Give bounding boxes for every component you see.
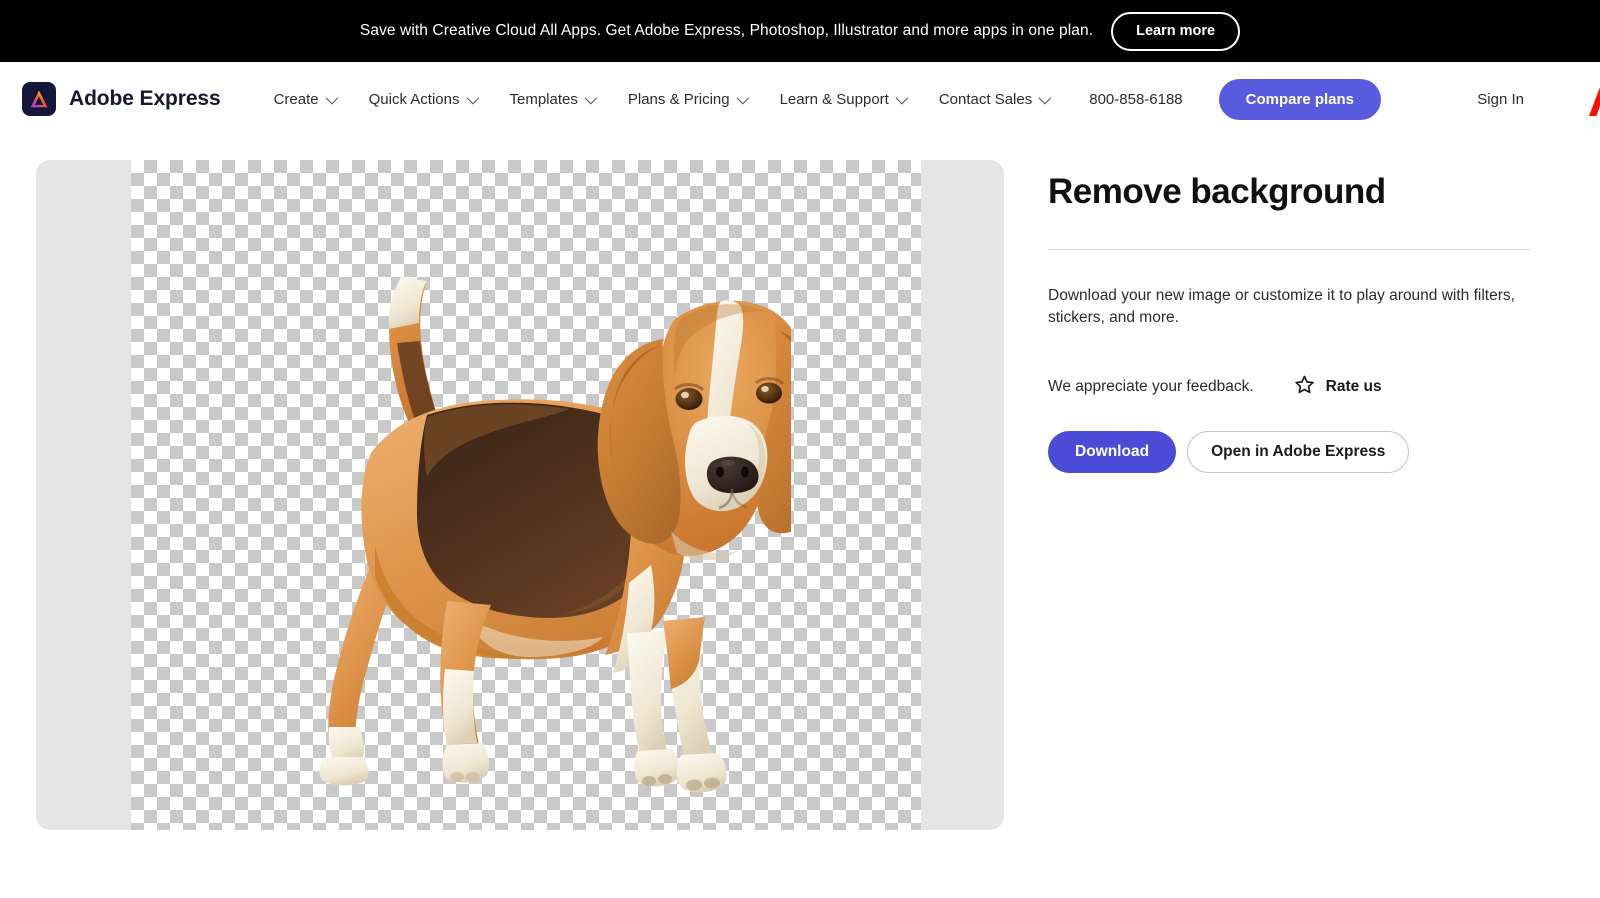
title-divider — [1048, 249, 1530, 251]
nav-item-plans-pricing[interactable]: Plans & Pricing — [611, 85, 763, 114]
star-outline-icon — [1294, 374, 1315, 400]
brand-home-link[interactable]: Adobe Express — [22, 82, 221, 116]
rate-us-button[interactable]: Rate us — [1294, 374, 1382, 400]
brand-name-label: Adobe Express — [69, 87, 221, 110]
feedback-row: We appreciate your feedback. Rate us — [1048, 374, 1530, 400]
chevron-down-icon — [736, 91, 749, 104]
panel-actions: Download Open in Adobe Express — [1048, 431, 1530, 474]
top-navigation-bar: Adobe Express Create Quick Actions Templ… — [0, 62, 1600, 136]
image-canvas-frame[interactable] — [36, 160, 1004, 830]
nav-right-group: Sign In — [1477, 78, 1600, 120]
promo-banner: Save with Creative Cloud All Apps. Get A… — [0, 0, 1600, 62]
chevron-down-icon — [584, 91, 598, 104]
chevron-down-icon — [325, 91, 338, 104]
nav-menu: Create Quick Actions Templates Plans & P… — [257, 85, 1066, 114]
page-title: Remove background — [1048, 172, 1386, 211]
download-button[interactable]: Download — [1048, 431, 1177, 474]
rate-us-label: Rate us — [1325, 378, 1382, 396]
nav-item-templates[interactable]: Templates — [493, 85, 611, 114]
chevron-down-icon — [466, 91, 479, 104]
chevron-down-icon — [1038, 91, 1052, 104]
nav-item-label: Templates — [509, 90, 578, 108]
panel-description: Download your new image or customize it … — [1048, 287, 1515, 327]
compare-plans-button[interactable]: Compare plans — [1218, 78, 1382, 120]
nav-item-label: Plans & Pricing — [627, 90, 730, 108]
nav-item-contact-sales[interactable]: Contact Sales — [922, 85, 1065, 114]
nav-item-label: Quick Actions — [368, 90, 460, 108]
sign-in-link[interactable]: Sign In — [1477, 91, 1524, 108]
image-canvas-section — [0, 160, 1022, 898]
feedback-label: We appreciate your feedback. — [1048, 378, 1254, 396]
nav-item-label: Create — [273, 90, 319, 108]
nav-item-label: Contact Sales — [938, 90, 1033, 108]
promo-banner-text: Save with Creative Cloud All Apps. Get A… — [359, 22, 1094, 39]
adobe-a-logo-icon[interactable] — [1576, 78, 1600, 120]
chevron-down-icon — [895, 91, 909, 104]
main-content: Remove background Download your new imag… — [0, 136, 1600, 898]
sales-phone-number[interactable]: 800-858-6188 — [1089, 91, 1182, 108]
learn-more-button[interactable]: Learn more — [1111, 11, 1241, 51]
beagle-dog-illustration — [319, 277, 791, 793]
cutout-image-beagle-dog — [36, 160, 1004, 830]
nav-item-quick-actions[interactable]: Quick Actions — [352, 85, 493, 114]
nav-item-create[interactable]: Create — [257, 85, 352, 114]
nav-item-learn-support[interactable]: Learn & Support — [763, 85, 922, 114]
nav-item-label: Learn & Support — [779, 90, 889, 108]
result-info-panel: Remove background Download your new imag… — [1022, 160, 1600, 898]
open-in-adobe-express-button[interactable]: Open in Adobe Express — [1187, 431, 1410, 474]
adobe-express-logo-icon — [22, 82, 56, 116]
